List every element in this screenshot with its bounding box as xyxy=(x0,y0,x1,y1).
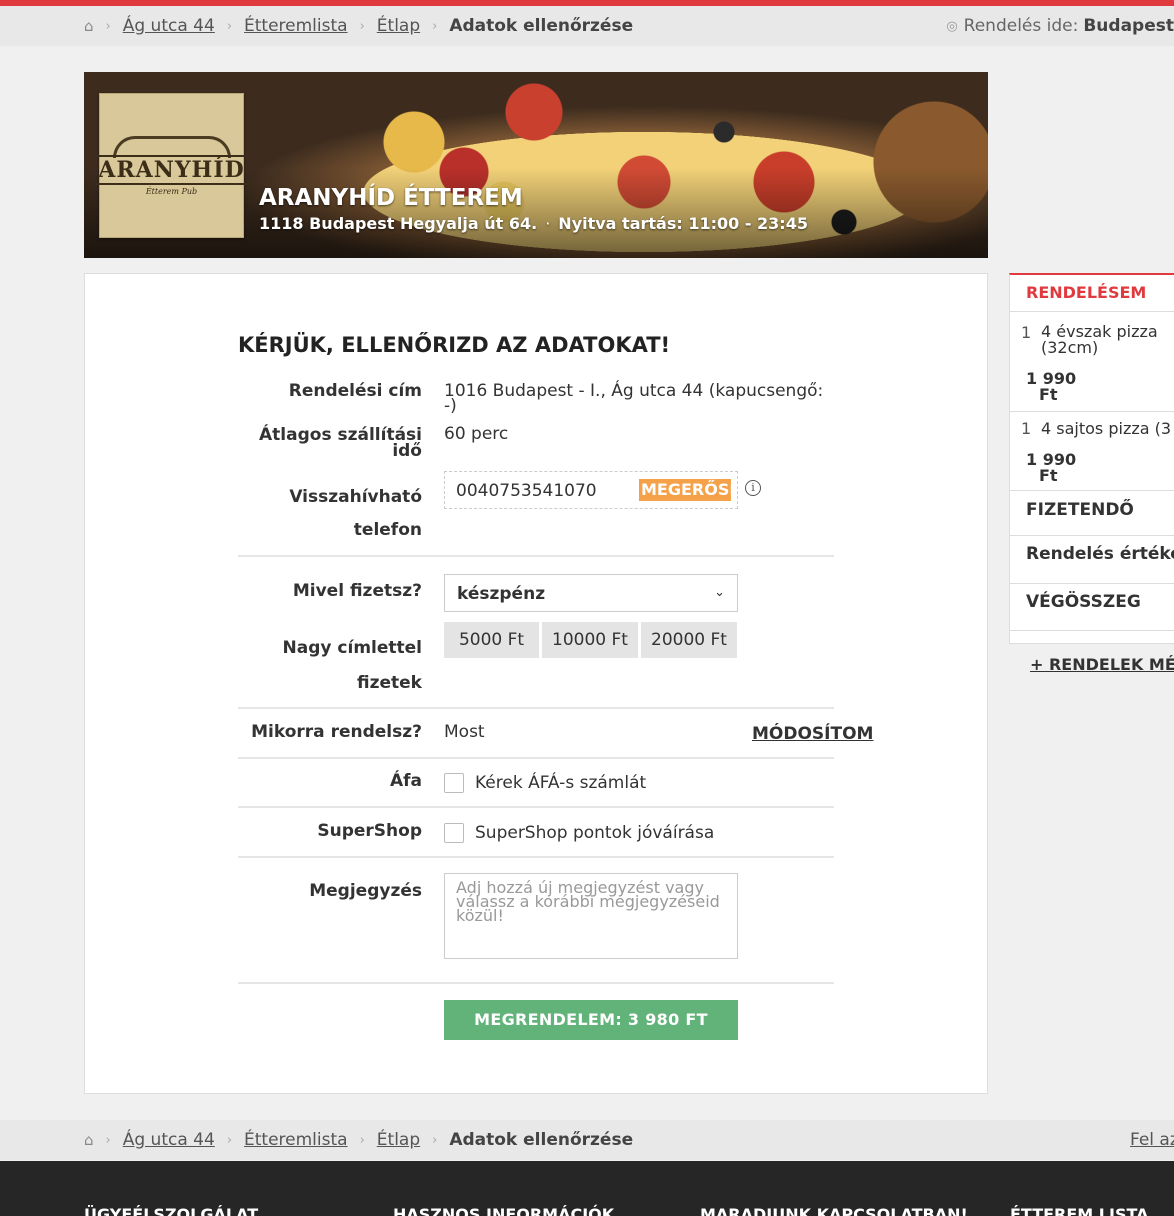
chevron-right-icon: › xyxy=(359,18,365,34)
supershop-checkbox[interactable] xyxy=(444,823,464,843)
order-summary: RENDELÉSEM 1 4 évszak pizza (32cm) 1 990… xyxy=(1009,273,1174,644)
phone-value[interactable]: 0040753541070 xyxy=(456,472,597,510)
delivery-time-value: 60 perc xyxy=(444,424,509,444)
divider xyxy=(238,707,834,709)
breadcrumb-link-address[interactable]: Ág utca 44 xyxy=(123,16,215,36)
breadcrumb-link-restaurants[interactable]: Étteremlista xyxy=(244,1130,348,1150)
modify-time-link[interactable]: MÓDOSÍTOM xyxy=(752,724,873,744)
divider xyxy=(238,982,834,984)
page-title: KÉRJÜK, ELLENŐRIZD AZ ADATOKAT! xyxy=(238,333,671,357)
payable-heading: FIZETENDŐ xyxy=(1026,500,1134,520)
vat-label: Áfa xyxy=(389,771,422,791)
phone-label: Visszahívható telefon xyxy=(289,487,422,540)
order-item-name: 4 évszak pizza (32cm) xyxy=(1041,322,1158,357)
restaurant-hours: Nyitva tartás: 11:00 - 23:45 xyxy=(558,214,808,233)
order-item-price: 1 990 Ft xyxy=(1026,369,1077,404)
grand-total-label: VÉGÖSSZEG xyxy=(1026,592,1141,612)
restaurant-info: 1118 Budapest Hegyalja út 64. · Nyitva tar… xyxy=(259,214,808,233)
breadcrumb: ⌂ › Ág utca 44 › Étteremlista › Étlap › … xyxy=(84,6,633,46)
order-more-link[interactable]: + RENDELEK MÉ xyxy=(1030,655,1174,674)
breadcrumb-current: Adatok ellenőrzése xyxy=(449,16,634,36)
chevron-down-icon: ⌄ xyxy=(714,585,725,600)
delivery-city: Budapest xyxy=(1083,16,1174,36)
vat-checkbox[interactable] xyxy=(444,773,464,793)
phone-confirm-button[interactable]: MEGERŐSÍTEM xyxy=(639,479,731,501)
vat-checkbox-label[interactable]: Kérek ÁFÁ-s számlát xyxy=(475,773,646,793)
note-option-10000[interactable]: 10000 Ft xyxy=(542,622,638,658)
order-item-price: 1 990 Ft xyxy=(1026,450,1077,485)
location-pin-icon: ◎ xyxy=(946,18,958,34)
breadcrumb-link-restaurants[interactable]: Étteremlista xyxy=(244,16,348,36)
order-summary-title: RENDELÉSEM xyxy=(1026,283,1147,302)
phone-field[interactable]: 0040753541070 MEGERŐSÍTEM xyxy=(444,471,738,509)
delivery-location[interactable]: ◎ Rendelés ide: Budapest xyxy=(946,6,1174,46)
chevron-right-icon: › xyxy=(226,18,233,34)
supershop-label: SuperShop xyxy=(317,821,422,841)
note-option-5000[interactable]: 5000 Ft xyxy=(444,622,539,658)
large-note-label: Nagy címlettel fizetek xyxy=(282,638,422,693)
delivery-label: Rendelés ide: xyxy=(963,16,1079,36)
divider xyxy=(238,555,834,557)
supershop-checkbox-label[interactable]: SuperShop pontok jóváírása xyxy=(475,823,714,843)
footer-heading-contact: MARADJUNK KAPCSOLATBAN! xyxy=(700,1205,968,1216)
payment-label: Mivel fizetsz? xyxy=(292,581,422,601)
divider xyxy=(238,757,834,759)
divider xyxy=(238,806,834,808)
divider xyxy=(238,856,834,858)
breadcrumb-link-menu[interactable]: Étlap xyxy=(377,1130,420,1150)
footer-heading-support: ÜGYFÉLSZOLGÁLAT xyxy=(84,1205,259,1216)
breadcrumb-bar-bottom: ⌂ › Ág utca 44 › Étteremlista › Étlap › … xyxy=(0,1120,1174,1160)
payment-select[interactable]: készpénz ⌄ xyxy=(444,574,738,612)
restaurant-address: 1118 Budapest Hegyalja út 64. xyxy=(259,214,538,233)
place-order-button[interactable]: MEGRENDELEM: 3 980 FT xyxy=(444,1000,738,1040)
address-label: Rendelési cím xyxy=(288,381,422,401)
chevron-right-icon: › xyxy=(105,18,111,34)
delivery-time-label: Átlagos szállítási idő xyxy=(259,425,422,461)
back-to-top-link[interactable]: Fel az xyxy=(1130,1120,1174,1160)
breadcrumb-bar: ⌂ › Ág utca 44 › Étteremlista › Étlap › … xyxy=(0,6,1174,46)
chevron-right-icon: › xyxy=(359,1132,365,1148)
note-option-20000[interactable]: 20000 Ft xyxy=(641,622,737,658)
when-value: Most xyxy=(444,722,485,742)
footer-heading-restaurants: ÉTTEREM LISTA xyxy=(1010,1205,1149,1216)
address-value: 1016 Budapest - I., Ág utca 44 (kapucsen… xyxy=(444,381,824,416)
restaurant-logo: ARANYHÍD Étterem Pub xyxy=(96,93,247,238)
comment-textarea[interactable]: Adj hozzá új megjegyzést vagy válassz a … xyxy=(444,873,738,959)
footer: ÜGYFÉLSZOLGÁLAT HASZNOS INFORMÁCIÓK MARA… xyxy=(0,1161,1174,1216)
chevron-right-icon: › xyxy=(226,1132,233,1148)
breadcrumb-link-address[interactable]: Ág utca 44 xyxy=(123,1130,215,1150)
chevron-right-icon: › xyxy=(105,1132,111,1148)
home-icon[interactable]: ⌂ xyxy=(84,1131,94,1149)
home-icon[interactable]: ⌂ xyxy=(84,17,94,35)
order-value-label: Rendelés értéke xyxy=(1026,544,1174,564)
chevron-right-icon: › xyxy=(432,18,438,34)
chevron-right-icon: › xyxy=(432,1132,438,1148)
footer-heading-info: HASZNOS INFORMÁCIÓK xyxy=(393,1205,615,1216)
restaurant-name: ARANYHÍD ÉTTEREM xyxy=(259,185,523,211)
order-item-qty: 1 xyxy=(1021,419,1032,438)
breadcrumb-link-menu[interactable]: Étlap xyxy=(377,16,420,36)
breadcrumb-current: Adatok ellenőrzése xyxy=(449,1130,634,1150)
comment-placeholder: Adj hozzá új megjegyzést vagy válassz a … xyxy=(456,878,720,925)
order-item-qty: 1 xyxy=(1021,323,1032,342)
order-item-name: 4 sajtos pizza (3 xyxy=(1041,419,1172,438)
comment-label: Megjegyzés xyxy=(309,881,422,901)
when-label: Mikorra rendelsz? xyxy=(251,722,422,742)
breadcrumb: ⌂ › Ág utca 44 › Étteremlista › Étlap › … xyxy=(84,1120,633,1160)
info-icon[interactable]: i xyxy=(745,480,761,496)
